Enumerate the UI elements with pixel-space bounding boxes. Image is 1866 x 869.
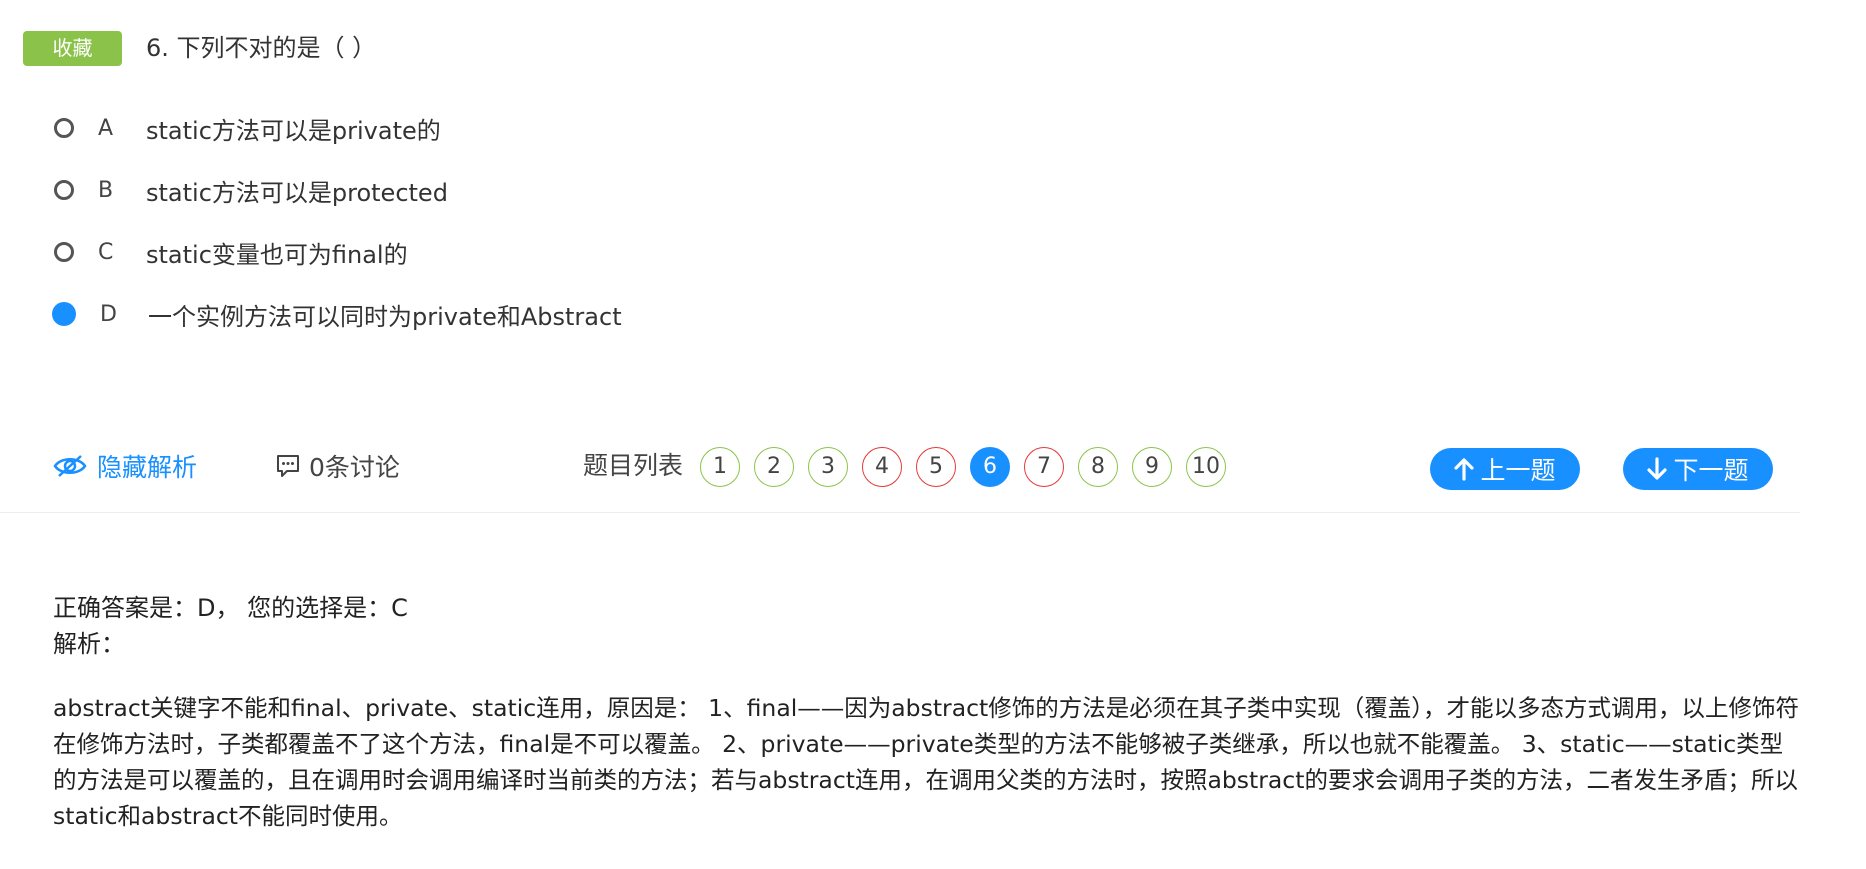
prev-question-button[interactable]: 上一题: [1430, 448, 1580, 490]
answer-result: 正确答案是：D， 您的选择是：C: [53, 594, 408, 622]
analysis-label: 解析：: [53, 630, 125, 658]
radio-icon[interactable]: [54, 242, 74, 262]
question-number-9[interactable]: 9: [1132, 447, 1172, 487]
option-c[interactable]: C static变量也可为final的: [50, 232, 408, 272]
question-number-10[interactable]: 10: [1186, 447, 1226, 487]
question-number-8[interactable]: 8: [1078, 447, 1118, 487]
radio-icon[interactable]: [54, 118, 74, 138]
option-text: static方法可以是private的: [146, 116, 441, 145]
radio-selected-icon[interactable]: [52, 302, 76, 326]
question-number-1[interactable]: 1: [700, 447, 740, 487]
radio-icon[interactable]: [54, 180, 74, 200]
comment-icon: [277, 455, 299, 477]
prev-question-label: 上一题: [1480, 456, 1556, 485]
favorite-button[interactable]: 收藏: [23, 31, 122, 66]
option-b[interactable]: B static方法可以是protected: [50, 170, 448, 210]
discussion-label: 0条讨论: [309, 453, 400, 482]
next-question-button[interactable]: 下一题: [1623, 448, 1773, 490]
option-text: static方法可以是protected: [146, 178, 448, 207]
question-number-4[interactable]: 4: [862, 447, 902, 487]
option-d[interactable]: D 一个实例方法可以同时为private和Abstract: [50, 294, 622, 334]
analysis-text: abstract关键字不能和final、private、static连用，原因是…: [53, 694, 1799, 830]
question-number-3[interactable]: 3: [808, 447, 848, 487]
hide-analysis-label: 隐藏解析: [97, 453, 198, 482]
question-list-label: 题目列表: [583, 451, 684, 480]
question-number-7[interactable]: 7: [1024, 447, 1064, 487]
discussion-button[interactable]: 0条讨论: [275, 448, 400, 484]
divider: [0, 512, 1800, 513]
option-letter: D: [100, 301, 117, 327]
question-number-5[interactable]: 5: [916, 447, 956, 487]
next-question-label: 下一题: [1673, 456, 1749, 485]
arrow-up-icon: [1454, 458, 1475, 481]
question-title: 6. 下列不对的是（ ）: [146, 34, 377, 62]
option-a[interactable]: A static方法可以是private的: [50, 108, 441, 148]
option-text: 一个实例方法可以同时为private和Abstract: [148, 302, 622, 331]
question-number-6[interactable]: 6: [970, 447, 1010, 487]
eye-icon: [53, 455, 87, 477]
arrow-down-icon: [1647, 457, 1668, 480]
question-number-2[interactable]: 2: [754, 447, 794, 487]
option-text: static变量也可为final的: [146, 240, 408, 269]
option-letter: B: [98, 177, 114, 203]
option-letter: A: [98, 115, 114, 141]
hide-analysis-button[interactable]: 隐藏解析: [53, 448, 197, 484]
option-letter: C: [98, 239, 114, 265]
